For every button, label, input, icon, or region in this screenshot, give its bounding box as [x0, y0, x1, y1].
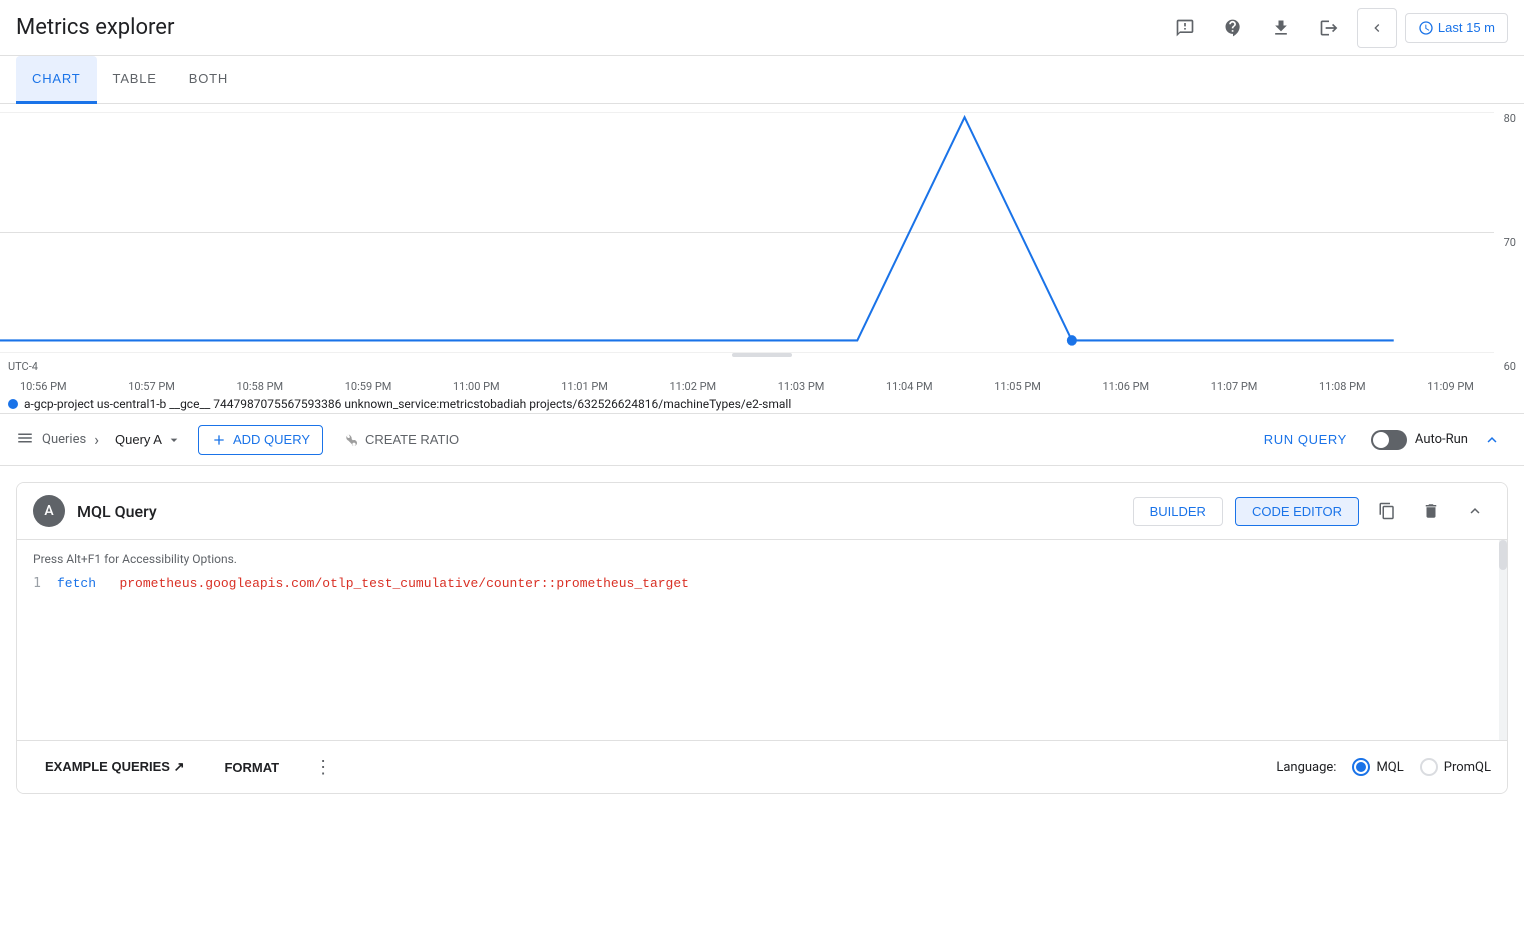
code-editor-area[interactable]: Press Alt+F1 for Accessibility Options. …: [17, 540, 1507, 740]
format-btn[interactable]: FORMAT: [212, 754, 291, 781]
x-label-10: 11:06 PM: [1103, 380, 1150, 393]
editor-scrollbar-thumb: [1499, 540, 1507, 570]
chart-datapoint: [1067, 335, 1077, 345]
chart-area: 80 70 60 UTC-4 10:56 PM 10:57 PM 10:58 P…: [0, 104, 1524, 414]
add-query-btn[interactable]: ADD QUERY: [198, 425, 323, 455]
x-label-13: 11:09 PM: [1427, 380, 1474, 393]
feedback-icon-btn[interactable]: [1165, 8, 1205, 48]
code-editor-btn[interactable]: CODE EDITOR: [1235, 497, 1359, 526]
query-toolbar: Queries › Query A ADD QUERY CREATE RATIO…: [0, 414, 1524, 466]
run-query-btn[interactable]: RUN QUERY: [1248, 426, 1363, 453]
mql-radio-circle: [1352, 758, 1370, 776]
share-icon-btn[interactable]: [1309, 8, 1349, 48]
download-icon-btn[interactable]: [1261, 8, 1301, 48]
tab-chart[interactable]: CHART: [16, 56, 97, 104]
view-tab-bar: CHART TABLE BOTH: [0, 56, 1524, 104]
promql-label: PromQL: [1444, 760, 1491, 775]
builder-btn[interactable]: BUILDER: [1133, 497, 1223, 526]
auto-run-toggle: Auto-Run: [1371, 430, 1468, 450]
query-panel-footer: EXAMPLE QUERIES ↗ FORMAT ⋮ Language: MQL…: [17, 740, 1507, 793]
language-selector: Language: MQL PromQL: [1276, 758, 1491, 776]
x-label-4: 11:00 PM: [453, 380, 500, 393]
more-options-btn[interactable]: ⋮: [307, 751, 339, 783]
create-ratio-label: CREATE RATIO: [365, 432, 459, 447]
code-content: fetch prometheus.googleapis.com/otlp_tes…: [57, 576, 689, 591]
legend-dot: [8, 399, 18, 409]
queries-icon: [16, 429, 34, 451]
chart-timezone: UTC-4: [8, 360, 38, 373]
x-label-3: 10:59 PM: [345, 380, 392, 393]
accessibility-hint: Press Alt+F1 for Accessibility Options.: [17, 548, 1507, 574]
y-label-60: 60: [1504, 360, 1516, 373]
breadcrumb-chevron: ›: [94, 430, 99, 449]
collapse-panel-btn[interactable]: [1459, 495, 1491, 527]
auto-run-label: Auto-Run: [1415, 432, 1468, 447]
mql-query-panel: A MQL Query BUILDER CODE EDITOR Press Al…: [16, 482, 1508, 794]
code-keyword: fetch: [57, 576, 96, 591]
x-label-1: 10:57 PM: [128, 380, 175, 393]
tab-table[interactable]: TABLE: [97, 56, 173, 104]
editor-scrollbar[interactable]: [1499, 540, 1507, 740]
promql-radio-option[interactable]: PromQL: [1420, 758, 1491, 776]
query-selector-label: Query A: [115, 432, 162, 447]
create-ratio-btn[interactable]: CREATE RATIO: [331, 426, 471, 454]
mql-label: MQL: [1376, 760, 1403, 775]
copy-btn[interactable]: [1371, 495, 1403, 527]
y-label-80: 80: [1504, 112, 1516, 125]
y-label-70: 70: [1504, 236, 1516, 249]
add-query-label: ADD QUERY: [233, 432, 310, 447]
x-label-9: 11:05 PM: [994, 380, 1041, 393]
time-range-btn[interactable]: Last 15 m: [1405, 13, 1508, 43]
queries-label: Queries: [42, 432, 86, 447]
chart-svg-container: [0, 112, 1494, 353]
chart-legend: a-gcp-project us-central1-b __gce__ 7447…: [8, 397, 1494, 411]
x-label-5: 11:01 PM: [561, 380, 608, 393]
help-icon-btn[interactable]: [1213, 8, 1253, 48]
chart-scrollbar[interactable]: [732, 353, 792, 357]
toggle-knob: [1373, 432, 1389, 448]
query-avatar: A: [33, 495, 65, 527]
toolbar-collapse-btn[interactable]: [1476, 424, 1508, 456]
x-label-12: 11:08 PM: [1319, 380, 1366, 393]
x-label-6: 11:02 PM: [670, 380, 717, 393]
mql-radio-option[interactable]: MQL: [1352, 758, 1403, 776]
chart-y-labels: 80 70 60: [1504, 104, 1516, 413]
app-header: Metrics explorer Last 15 m: [0, 0, 1524, 56]
x-label-11: 11:07 PM: [1211, 380, 1258, 393]
code-url: prometheus.googleapis.com/otlp_test_cumu…: [119, 576, 689, 591]
query-panel-header: A MQL Query BUILDER CODE EDITOR: [17, 483, 1507, 540]
delete-btn[interactable]: [1415, 495, 1447, 527]
line-number: 1: [17, 576, 57, 591]
mql-radio-inner: [1356, 762, 1366, 772]
example-queries-btn[interactable]: EXAMPLE QUERIES ↗: [33, 753, 196, 781]
promql-radio-circle: [1420, 758, 1438, 776]
chart-svg: [0, 112, 1494, 353]
language-label: Language:: [1276, 760, 1336, 775]
tab-both[interactable]: BOTH: [173, 56, 244, 104]
chart-x-labels: 10:56 PM 10:57 PM 10:58 PM 10:59 PM 11:0…: [0, 380, 1494, 393]
x-label-0: 10:56 PM: [20, 380, 67, 393]
x-label-7: 11:03 PM: [778, 380, 825, 393]
header-actions: Last 15 m: [1165, 8, 1508, 48]
app-title: Metrics explorer: [16, 15, 174, 40]
time-range-label: Last 15 m: [1438, 20, 1495, 35]
auto-run-toggle-track[interactable]: [1371, 430, 1407, 450]
query-panel-title: MQL Query: [77, 502, 1121, 521]
legend-text: a-gcp-project us-central1-b __gce__ 7447…: [24, 397, 791, 411]
x-label-8: 11:04 PM: [886, 380, 933, 393]
query-selector-btn[interactable]: Query A: [107, 428, 190, 452]
collapse-sidebar-btn[interactable]: [1357, 8, 1397, 48]
x-label-2: 10:58 PM: [237, 380, 284, 393]
code-line-1: 1 fetch prometheus.googleapis.com/otlp_t…: [17, 574, 1507, 593]
